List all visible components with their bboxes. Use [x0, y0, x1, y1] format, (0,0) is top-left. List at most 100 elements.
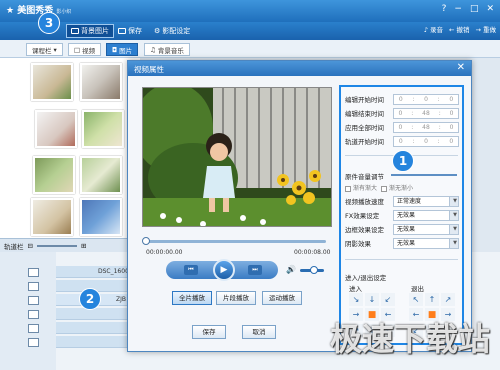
- track-start-time-row: 轨道开始时间 0:0:0: [345, 135, 459, 147]
- video-properties-dialog: 视频属性 ✕ 00:00:00.00 00:00:08.00 ⏮ ▶ ⏭ 🔊 全…: [127, 60, 472, 352]
- redo-icon: →: [475, 26, 481, 34]
- category-dropdown[interactable]: 课程栏 ▾: [26, 43, 63, 56]
- background-image-button[interactable]: 背景图片: [66, 24, 114, 38]
- seek-handle[interactable]: [142, 237, 150, 245]
- chevron-down-icon: ▼: [453, 239, 457, 246]
- time-part: 0: [449, 95, 454, 103]
- effect-track-icon: [28, 310, 39, 319]
- original-volume-slider[interactable]: [391, 174, 457, 176]
- speed-select[interactable]: 正常速度 ▼: [393, 195, 459, 207]
- dialog-save-button[interactable]: 保存: [192, 325, 226, 339]
- track-labels: [0, 252, 56, 370]
- zoom-out-icon[interactable]: ⊟: [28, 242, 33, 250]
- previous-button[interactable]: ⏮: [184, 265, 198, 275]
- photo-thumbnail[interactable]: [33, 156, 75, 194]
- next-button[interactable]: ⏭: [248, 265, 262, 275]
- edit-end-time-row: 编辑结束时间 0:48:0: [345, 107, 459, 119]
- track-start-time-input[interactable]: 0:0:0: [393, 135, 459, 147]
- play-segment-button[interactable]: 片段播放: [216, 291, 256, 305]
- edit-start-time-row: 编辑开始时间 0:0:0: [345, 93, 459, 105]
- time-part: 0: [398, 109, 403, 117]
- io-section-title: 进入/退出设定: [345, 274, 387, 282]
- edit-start-time-input[interactable]: 0:0:0: [393, 93, 459, 105]
- app-logo-sub: 影小织: [56, 9, 72, 15]
- track-row[interactable]: [56, 336, 136, 348]
- edit-end-time-input[interactable]: 0:48:0: [393, 107, 459, 119]
- star-icon: ★: [6, 6, 15, 16]
- field-label: 编辑结束时间: [345, 110, 384, 118]
- zoom-in-icon[interactable]: ⊞: [81, 242, 86, 250]
- arrow-icon[interactable]: ↙: [381, 293, 395, 306]
- volume-section-label: 原件音量调节: [345, 173, 384, 181]
- exit-label: 退出: [411, 285, 424, 293]
- fx-select[interactable]: 无效果 ▼: [393, 209, 459, 221]
- dialog-title-bar: 视频属性 ✕: [128, 61, 471, 76]
- help-button[interactable]: ?: [442, 4, 447, 14]
- photo-thumbnail[interactable]: [82, 110, 124, 148]
- seek-bar[interactable]: [142, 237, 326, 245]
- undo-button[interactable]: ← 撤销: [449, 24, 470, 34]
- fade-in-checkbox[interactable]: 渐有渐大: [345, 183, 377, 192]
- tab-label: 图片: [119, 46, 133, 55]
- play-full-button[interactable]: 全片播放: [172, 291, 212, 305]
- field-label: 应用全部时间: [345, 124, 384, 132]
- dialog-cancel-button[interactable]: 取消: [242, 325, 276, 339]
- settings-button[interactable]: ⚙ 影配设定: [150, 24, 194, 38]
- track-row[interactable]: [56, 322, 136, 334]
- redo-button[interactable]: → 重做: [475, 24, 496, 34]
- volume-slider[interactable]: [300, 266, 324, 274]
- overlay-track-icon: [28, 296, 39, 305]
- photo-thumbnail[interactable]: [80, 63, 122, 101]
- checkbox-label: 渐有渐大: [353, 185, 378, 192]
- clip-label[interactable]: DSC_1600: [98, 268, 129, 275]
- record-button[interactable]: ♪ 录音: [424, 24, 443, 34]
- chevron-down-icon: ▼: [453, 211, 457, 218]
- arrow-icon[interactable]: ↑: [425, 293, 439, 306]
- toolbar-item-label: 背景图片: [81, 27, 109, 35]
- volume-handle[interactable]: [310, 266, 318, 274]
- photo-thumbnail[interactable]: [35, 110, 77, 148]
- arrow-icon[interactable]: ↖: [409, 293, 423, 306]
- dialog-close-button[interactable]: ✕: [457, 62, 465, 73]
- zoom-slider[interactable]: [36, 244, 77, 247]
- border-select[interactable]: 无效果 ▼: [393, 223, 459, 235]
- arrow-icon[interactable]: ↓: [365, 293, 379, 306]
- undo-icon: ←: [448, 26, 455, 34]
- arrow-icon[interactable]: ↘: [349, 293, 363, 306]
- music-track-icon: [28, 338, 39, 347]
- fade-options: 渐有渐大 渐无渐小: [345, 183, 413, 192]
- field-label: 轨道开始时间: [345, 138, 384, 146]
- shadow-select[interactable]: 无效果 ▼: [393, 237, 459, 249]
- volume-icon[interactable]: 🔊: [286, 265, 296, 274]
- play-motion-button[interactable]: 运动播放: [262, 291, 302, 305]
- playback-controls: ⏮ ▶ ⏭: [166, 259, 278, 281]
- photo-library: [0, 58, 140, 238]
- app-logo: ★ 美图秀秀 影小织: [6, 3, 71, 16]
- time-part: 48: [422, 123, 430, 131]
- tab-images[interactable]: ◘ 图片: [106, 43, 139, 56]
- tab-music[interactable]: ♫ 背景音乐: [144, 43, 190, 56]
- time-part: 0: [449, 109, 454, 117]
- fade-out-checkbox[interactable]: 渐无渐小: [381, 183, 413, 192]
- photo-thumbnail[interactable]: [31, 198, 73, 236]
- track-row[interactable]: [56, 308, 136, 320]
- fx-row: FX效果设定 无效果 ▼: [345, 209, 459, 221]
- arrow-icon[interactable]: ↗: [441, 293, 455, 306]
- photo-thumbnail[interactable]: [80, 156, 122, 194]
- divider: [345, 259, 458, 260]
- checkbox-label: 渐无渐小: [389, 185, 414, 192]
- callout-1: 1: [392, 150, 414, 172]
- photo-thumbnail[interactable]: [31, 63, 73, 101]
- photo-thumbnail[interactable]: [80, 198, 122, 236]
- gear-icon: ⚙: [154, 27, 161, 35]
- play-button[interactable]: ▶: [213, 259, 235, 281]
- close-button[interactable]: ✕: [486, 4, 494, 14]
- minimize-button[interactable]: −: [454, 4, 462, 14]
- clip-label[interactable]: ZJB: [116, 296, 126, 303]
- preview-image: [143, 88, 331, 226]
- tab-video[interactable]: □ 视频: [68, 43, 102, 56]
- chevron-down-icon: ▼: [453, 225, 457, 232]
- apply-all-time-input[interactable]: 0:48:0: [393, 121, 459, 133]
- save-button[interactable]: 保存: [114, 24, 146, 38]
- maximize-button[interactable]: □: [470, 4, 479, 14]
